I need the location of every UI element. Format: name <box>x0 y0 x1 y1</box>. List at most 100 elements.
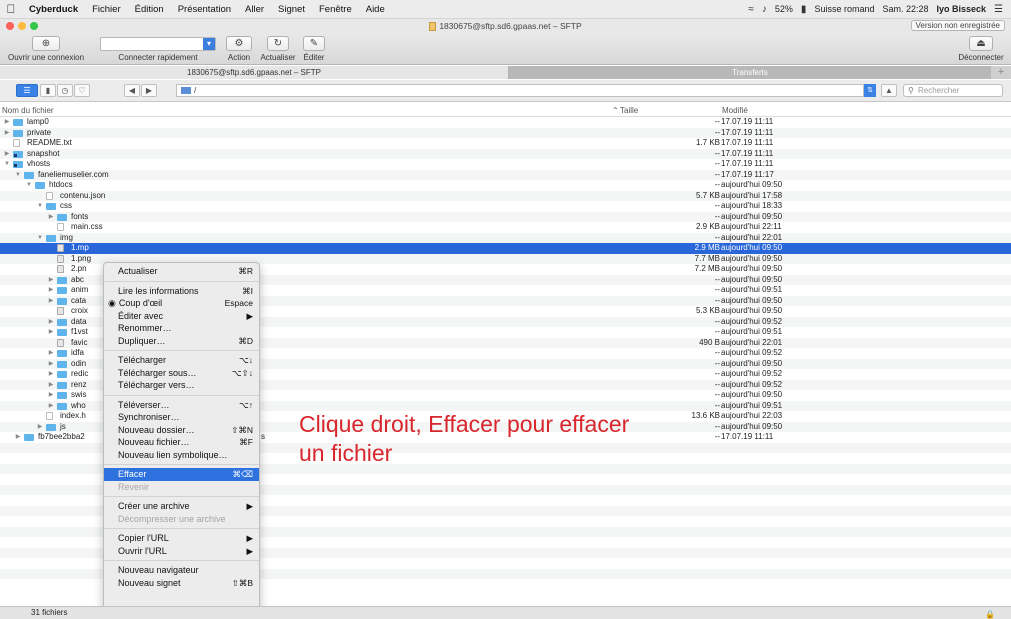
menu-signet[interactable]: Signet <box>271 4 312 15</box>
disclosure-closed-icon[interactable]: ▶ <box>47 380 55 391</box>
column-modified[interactable]: Modifié <box>722 106 748 115</box>
menu-aide[interactable]: Aide <box>359 4 392 15</box>
refresh-button[interactable]: ↻ Actualiser <box>258 36 298 62</box>
file-row[interactable]: ▶ snapshot -- 17.07.19 11:11 <box>0 148 1011 160</box>
context-menu-item[interactable]: Effacer ⌘⌫ <box>104 468 259 481</box>
disclosure-closed-icon[interactable]: ▶ <box>36 422 44 433</box>
battery-percent[interactable]: 52% <box>775 4 793 14</box>
disclosure-open-icon[interactable]: ▼ <box>3 159 11 170</box>
bonjour-icon[interactable]: ♡ <box>74 84 90 97</box>
context-menu-item[interactable]: Renommer… <box>104 322 259 335</box>
context-menu-item[interactable]: Éditer avec ▶ <box>104 310 259 323</box>
file-row[interactable]: 1.mp 2.9 MB aujourd'hui 09:50 <box>0 243 1011 254</box>
back-arrow-icon[interactable]: ◀ <box>124 84 140 97</box>
disclosure-closed-icon[interactable]: ▶ <box>47 369 55 380</box>
menu-edition[interactable]: Édition <box>128 4 171 15</box>
file-row[interactable]: ▼ vhosts -- 17.07.19 11:11 <box>0 159 1011 170</box>
disclosure-closed-icon[interactable]: ▶ <box>14 432 22 443</box>
menu-fichier[interactable]: Fichier <box>85 4 128 15</box>
disclosure-closed-icon[interactable]: ▶ <box>3 149 11 160</box>
disclosure-closed-icon[interactable]: ▶ <box>3 117 11 128</box>
context-menu-item[interactable]: Télécharger sous… ⌥⇧↓ <box>104 367 259 380</box>
column-name[interactable]: Nom du fichier <box>2 106 54 115</box>
menu-presentation[interactable]: Présentation <box>171 4 238 15</box>
context-menu-item[interactable]: Nouveau signet ⇧⌘B <box>104 577 259 590</box>
context-menu-item[interactable]: ◉ Coup d'œil Espace <box>104 297 259 310</box>
menu-app-name[interactable]: Cyberduck <box>22 4 85 15</box>
forward-arrow-icon[interactable]: ▶ <box>141 84 157 97</box>
disclosure-closed-icon[interactable]: ▶ <box>47 390 55 401</box>
disclosure-closed-icon[interactable]: ▶ <box>47 317 55 328</box>
disclosure-closed-icon[interactable]: ▶ <box>47 275 55 286</box>
apple-icon[interactable]:  <box>0 2 22 16</box>
disclosure-closed-icon[interactable]: ▶ <box>47 359 55 370</box>
context-menu-item[interactable]: Actualiser ⌘R <box>104 265 259 278</box>
context-menu-item[interactable]: Synchroniser… <box>104 411 259 424</box>
file-row[interactable]: contenu.json 5.7 KB aujourd'hui 17:58 <box>0 190 1011 201</box>
outline-view-icon[interactable]: ☰ <box>16 84 38 97</box>
context-menu-item[interactable]: Ouvrir l'URL ▶ <box>104 545 259 558</box>
context-menu-item[interactable]: Nouveau fichier… ⌘F <box>104 436 259 449</box>
disclosure-open-icon[interactable]: ▼ <box>14 170 22 181</box>
close-window-button[interactable] <box>6 22 14 30</box>
path-dropdown-icon[interactable]: ⇅ <box>864 84 876 97</box>
disclosure-closed-icon[interactable]: ▶ <box>47 327 55 338</box>
disclosure-closed-icon[interactable]: ▶ <box>47 401 55 412</box>
clock[interactable]: Sam. 22:28 <box>882 4 928 14</box>
menu-item-label: Télécharger <box>118 355 167 365</box>
edit-button[interactable]: ✎ Éditer <box>300 36 328 62</box>
open-connection-button[interactable]: ⊕ Ouvrir une connexion <box>4 36 88 62</box>
context-menu-item[interactable]: Nouveau lien symbolique… <box>104 449 259 462</box>
bookmark-icon[interactable]: ▮ <box>40 84 56 97</box>
context-menu-item[interactable]: Nouveau dossier… ⇧⌘N <box>104 424 259 437</box>
chevron-down-icon[interactable]: ▾ <box>203 38 215 50</box>
disclosure-open-icon[interactable]: ▼ <box>36 201 44 212</box>
column-size[interactable]: Taille <box>620 106 638 115</box>
context-menu-item[interactable]: Téléverser… ⌥↑ <box>104 399 259 412</box>
file-row[interactable]: README.txt 1.7 KB 17.07.19 11:11 <box>0 138 1011 149</box>
context-menu-item[interactable]: Télécharger vers… <box>104 379 259 392</box>
disclosure-closed-icon[interactable]: ▶ <box>3 128 11 139</box>
file-row[interactable]: ▼ htdocs -- aujourd'hui 09:50 <box>0 180 1011 191</box>
search-input[interactable]: ⚲ Rechercher <box>903 84 1003 97</box>
file-row[interactable]: ▼ faneliemuselier.com -- 17.07.19 11:17 <box>0 169 1011 181</box>
file-row[interactable]: ▶ lamp0 -- 17.07.19 11:11 <box>0 117 1011 128</box>
wifi-icon[interactable]: ≈ <box>748 4 754 15</box>
list-icon[interactable]: ☰ <box>994 4 1003 15</box>
context-menu-item[interactable]: Nouveau navigateur <box>104 564 259 577</box>
disclosure-open-icon[interactable]: ▼ <box>36 233 44 244</box>
user-name[interactable]: Iyo Bisseck <box>937 4 987 14</box>
history-icon[interactable]: ◷ <box>57 84 73 97</box>
quick-connect-field[interactable]: ▾ <box>100 37 216 51</box>
action-button[interactable]: ⚙ Action <box>224 36 254 62</box>
disclosure-open-icon[interactable]: ▼ <box>25 180 33 191</box>
new-tab-button[interactable]: + <box>991 66 1011 79</box>
context-menu-item[interactable]: Dupliquer… ⌘D <box>104 335 259 348</box>
file-row[interactable]: ▼ css -- aujourd'hui 18:33 <box>0 201 1011 212</box>
disconnect-button[interactable]: ⏏ Déconnecter <box>955 36 1007 62</box>
context-menu-item[interactable]: Créer une archive ▶ <box>104 500 259 513</box>
file-row[interactable]: ▼ img -- aujourd'hui 22:01 <box>0 232 1011 244</box>
disclosure-closed-icon[interactable]: ▶ <box>47 348 55 359</box>
zoom-window-button[interactable] <box>30 22 38 30</box>
unsaved-version-badge[interactable]: Version non enregistrée <box>910 20 1005 31</box>
tab-transfers[interactable]: Transferts <box>509 66 991 79</box>
disclosure-closed-icon[interactable]: ▶ <box>47 212 55 223</box>
context-menu-item[interactable]: Télécharger ⌥↓ <box>104 354 259 367</box>
input-source[interactable]: Suisse romand <box>814 4 874 14</box>
tab-sftp-connection[interactable]: 1830675@sftp.sd6.gpaas.net – SFTP <box>0 66 509 79</box>
minimize-window-button[interactable] <box>18 22 26 30</box>
disclosure-closed-icon[interactable]: ▶ <box>47 296 55 307</box>
file-row[interactable]: main.css 2.9 KB aujourd'hui 22:11 <box>0 222 1011 233</box>
file-row[interactable]: ▶ private -- 17.07.19 11:11 <box>0 127 1011 139</box>
context-menu-item[interactable]: Lire les informations ⌘I <box>104 285 259 298</box>
disclosure-closed-icon[interactable]: ▶ <box>47 285 55 296</box>
context-menu-item[interactable]: Copier l'URL ▶ <box>104 532 259 545</box>
volume-icon[interactable]: ♪ <box>762 4 767 15</box>
menu-aller[interactable]: Aller <box>238 4 271 15</box>
file-row[interactable]: ▶ fonts -- aujourd'hui 09:50 <box>0 211 1011 223</box>
parent-directory-icon[interactable]: ▲ <box>881 84 897 97</box>
path-selector[interactable]: / <box>176 84 864 97</box>
battery-icon[interactable]: ▮ <box>801 4 807 15</box>
menu-fenetre[interactable]: Fenêtre <box>312 4 359 15</box>
